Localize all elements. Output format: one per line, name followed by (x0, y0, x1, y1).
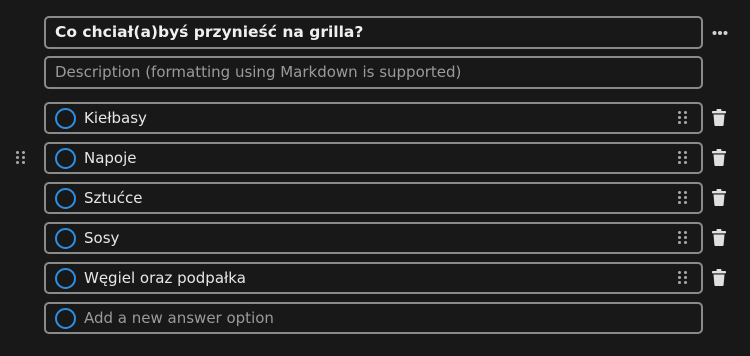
drag-handle-icon[interactable] (16, 151, 25, 164)
radio-circle-icon[interactable] (55, 108, 76, 129)
question-title-text: Co chciał(a)byś przynieść na grilla? (55, 23, 364, 41)
answer-option[interactable]: Napoje (44, 142, 703, 174)
question-editor: Co chciał(a)byś przynieść na grilla? Des… (0, 0, 750, 356)
drag-handle-icon[interactable] (678, 191, 687, 204)
answer-option[interactable]: Węgiel oraz podpałka (44, 262, 703, 294)
answer-option[interactable]: Kiełbasy (44, 102, 703, 134)
radio-circle-icon[interactable] (55, 268, 76, 289)
answer-option-label: Napoje (84, 149, 137, 167)
drag-handle-icon[interactable] (678, 151, 687, 164)
answer-option-label: Kiełbasy (84, 109, 147, 127)
answer-option[interactable]: Sosy (44, 222, 703, 254)
radio-circle-icon[interactable] (55, 188, 76, 209)
radio-circle-icon[interactable] (55, 228, 76, 249)
drag-handle-icon[interactable] (678, 231, 687, 244)
new-answer-option-field[interactable]: Add a new answer option (44, 302, 703, 334)
answer-option[interactable]: Sztućce (44, 182, 703, 214)
answer-option-label: Węgiel oraz podpałka (84, 269, 246, 287)
new-answer-option-placeholder: Add a new answer option (84, 309, 274, 327)
question-title-field[interactable]: Co chciał(a)byś przynieść na grilla? (44, 16, 703, 49)
answer-option-label: Sosy (84, 229, 120, 247)
trash-icon[interactable] (712, 109, 726, 126)
drag-handle-icon[interactable] (678, 271, 687, 284)
trash-icon[interactable] (712, 189, 726, 206)
question-description-placeholder: Description (formatting using Markdown i… (55, 63, 462, 81)
trash-icon[interactable] (712, 229, 726, 246)
radio-circle-icon (55, 308, 76, 329)
radio-circle-icon[interactable] (55, 148, 76, 169)
drag-handle-icon[interactable] (678, 111, 687, 124)
question-description-field[interactable]: Description (formatting using Markdown i… (44, 56, 703, 89)
more-horizontal-icon[interactable] (712, 30, 728, 36)
trash-icon[interactable] (712, 149, 726, 166)
trash-icon[interactable] (712, 269, 726, 286)
answer-option-label: Sztućce (84, 189, 143, 207)
